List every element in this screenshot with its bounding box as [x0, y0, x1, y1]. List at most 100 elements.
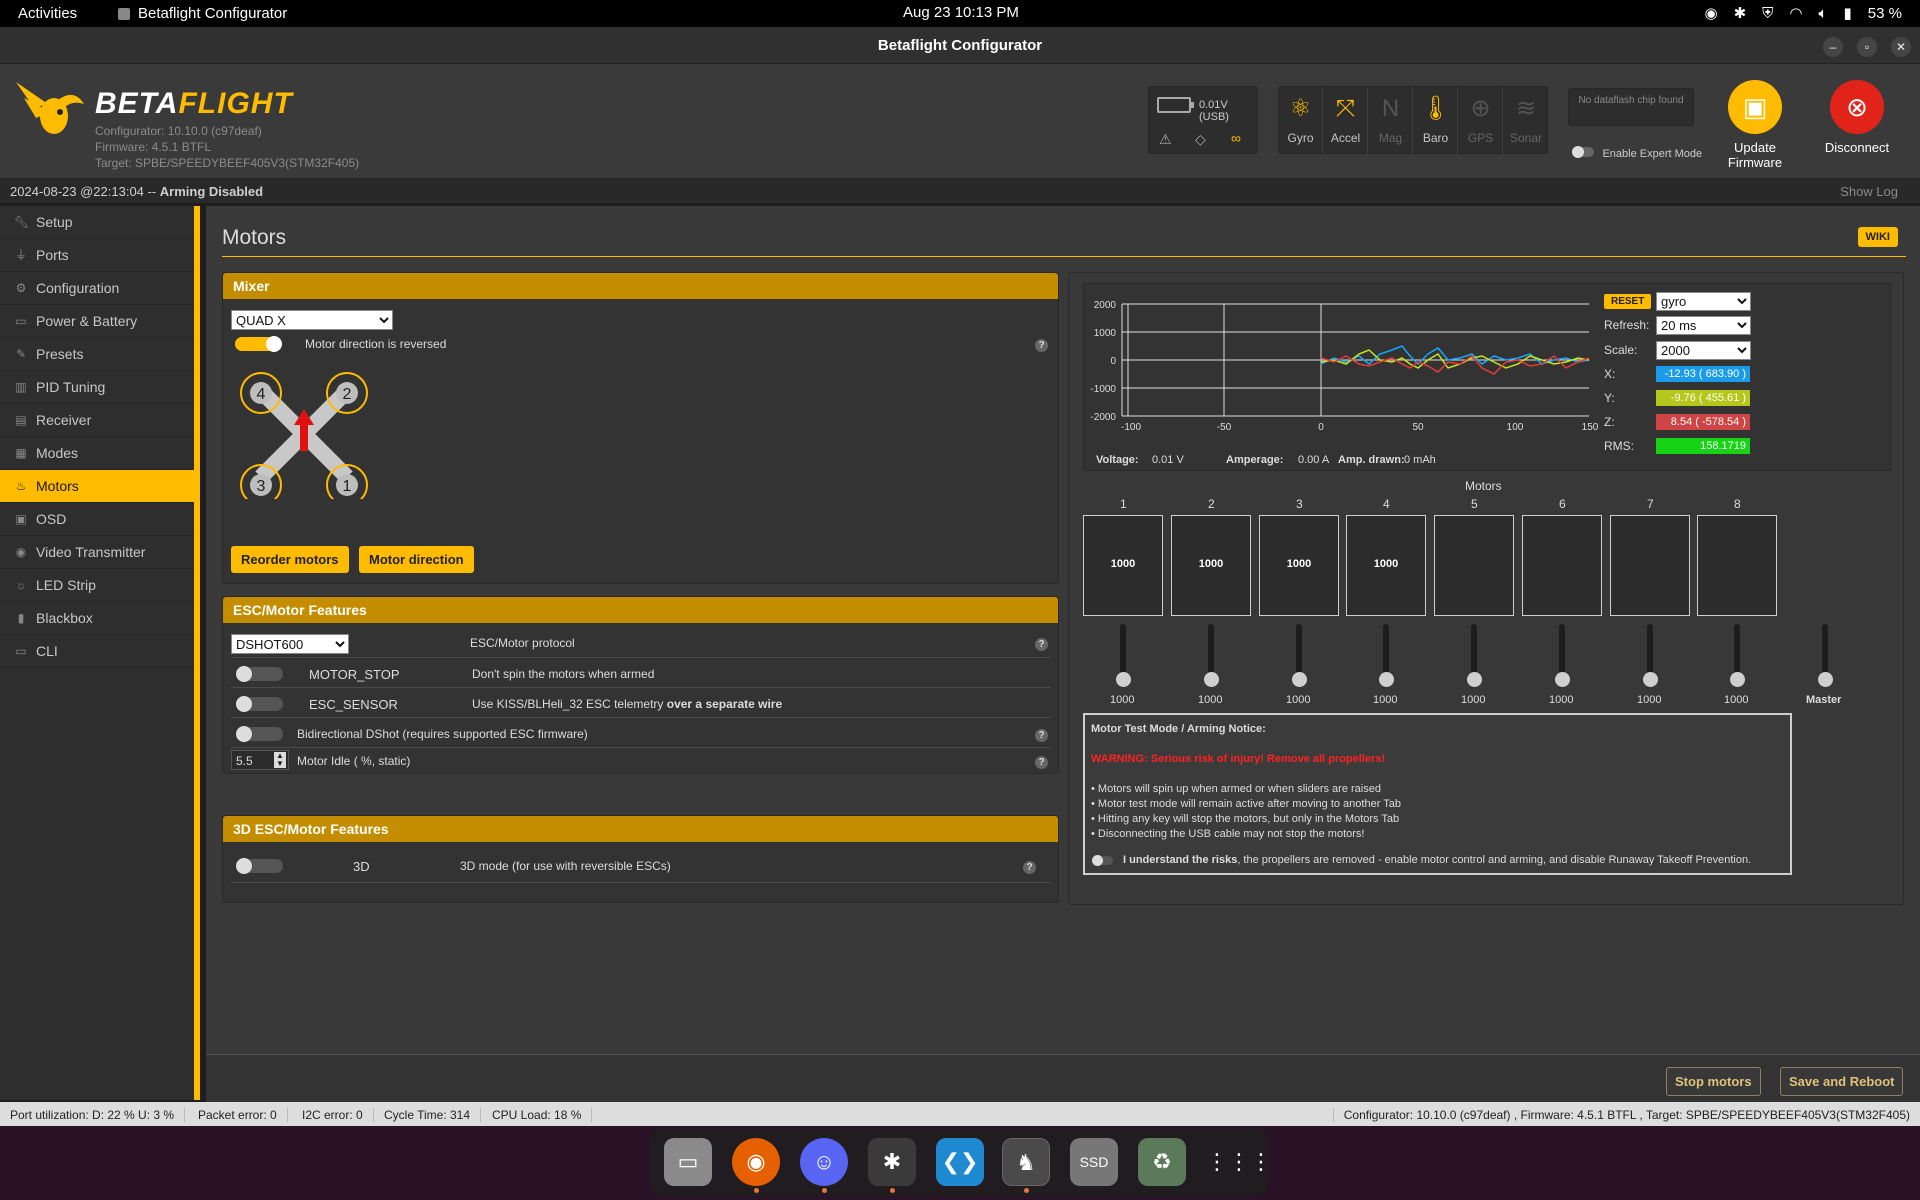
update-firmware-label: Update Firmware — [1727, 140, 1783, 170]
z-axis-label: Z: — [1604, 415, 1615, 429]
discord-tray-icon[interactable]: ◉ — [1704, 4, 1717, 22]
close-icon[interactable]: ✕ — [1891, 37, 1911, 57]
expert-mode-toggle[interactable]: Enable Expert Mode — [1572, 144, 1702, 162]
sidebar-item-blackbox[interactable]: ▮ Blackbox — [0, 602, 194, 635]
app-grid-icon[interactable]: ⋮⋮⋮ — [1206, 1138, 1272, 1186]
vscode-icon[interactable]: ❮❯ — [936, 1138, 984, 1186]
expert-mode-switch[interactable] — [1572, 146, 1594, 158]
files-icon[interactable]: ▭ — [664, 1138, 712, 1186]
betaflight-icon[interactable]: ♞ — [1002, 1138, 1050, 1186]
sidebar-item-led-strip[interactable]: ☼ LED Strip — [0, 569, 194, 602]
help-icon[interactable]: ? — [1035, 756, 1048, 769]
motor-direction-button[interactable]: Motor direction — [359, 546, 474, 573]
sidebar-item-video-transmitter[interactable]: ◉ Video Transmitter — [0, 536, 194, 569]
system-top-bar: Activities Betaflight Configurator Aug 2… — [0, 0, 1920, 27]
sensor-gyro: ⚛ Gyro — [1279, 87, 1323, 155]
graph-sensor-select[interactable]: gyro — [1656, 292, 1751, 311]
understand-risks-toggle[interactable] — [1092, 855, 1113, 866]
motor-4-label: 4 — [257, 386, 266, 403]
slider-knob[interactable] — [1730, 672, 1745, 687]
refresh-rate-select[interactable]: 20 ms — [1656, 316, 1751, 335]
motor-slider-5[interactable] — [1467, 624, 1482, 687]
motor-slider-8[interactable] — [1730, 624, 1745, 687]
accel-icon: ⤧ — [1335, 95, 1356, 122]
motor-slider-1[interactable] — [1116, 624, 1131, 687]
motor-stop-toggle[interactable] — [236, 666, 283, 682]
understand-risks-bold: I understand the risks — [1123, 854, 1238, 866]
motor-slider-4[interactable] — [1379, 624, 1394, 687]
scale-select[interactable]: 2000 — [1656, 341, 1751, 360]
shield-tray-icon[interactable]: ⛨ — [1762, 5, 1773, 22]
esc-sensor-toggle[interactable] — [236, 696, 283, 712]
show-log-link[interactable]: Show Log — [1840, 184, 1898, 199]
sidebar-item-pid-tuning[interactable]: ▥ PID Tuning — [0, 371, 194, 404]
slider-knob[interactable] — [1818, 672, 1833, 687]
slider-knob[interactable] — [1643, 672, 1658, 687]
app-menu[interactable]: Betaflight Configurator — [118, 5, 287, 22]
wiki-button[interactable]: WIKI — [1857, 227, 1898, 247]
sidebar-item-power-battery[interactable]: ▭ Power & Battery — [0, 305, 194, 338]
slider-knob[interactable] — [1116, 672, 1131, 687]
esc-protocol-select[interactable]: DSHOT600 — [231, 634, 349, 654]
motor-slider-3[interactable] — [1292, 624, 1307, 687]
sidebar-item-modes[interactable]: ▦ Modes — [0, 437, 194, 470]
reorder-motors-button[interactable]: Reorder motors — [231, 546, 349, 573]
mixer-type-select[interactable]: QUAD X — [231, 310, 393, 330]
discord-icon[interactable]: ☺ — [800, 1138, 848, 1186]
sidebar-item-osd[interactable]: ▣ OSD — [0, 503, 194, 536]
motor-reversed-toggle[interactable] — [235, 336, 282, 352]
master-slider[interactable] — [1818, 624, 1833, 687]
save-and-reboot-button[interactable]: Save and Reboot — [1780, 1067, 1904, 1096]
ssd-icon[interactable]: SSD — [1070, 1138, 1118, 1186]
sidebar-item-receiver[interactable]: ▤ Receiver — [0, 404, 194, 437]
betaflight-small-icon — [118, 7, 130, 20]
sidebar-item-label: Receiver — [36, 411, 92, 428]
minimize-icon[interactable]: – — [1823, 37, 1843, 57]
cycle-time: Cycle Time: 314 — [374, 1108, 482, 1122]
motor-number: 6 — [1559, 497, 1566, 511]
sidebar-item-ports[interactable]: ⏚ Ports — [0, 239, 194, 272]
motor-output-value: 1000 — [1110, 558, 1136, 570]
slack-tray-icon[interactable]: ✱ — [1734, 4, 1747, 22]
sidebar-item-cli[interactable]: ▭ CLI — [0, 635, 194, 668]
arming-status: Arming Disabled — [159, 184, 264, 199]
slider-knob[interactable] — [1379, 672, 1394, 687]
update-firmware-button[interactable]: ▣ Update Firmware — [1722, 80, 1788, 170]
esc-features-panel: ESC/Motor Features DSHOT600 ESC/Motor pr… — [222, 596, 1059, 774]
help-icon[interactable]: ? — [1035, 638, 1048, 651]
sidebar-item-motors[interactable]: ♨ Motors — [0, 470, 194, 503]
activities-button[interactable]: Activities — [18, 5, 77, 22]
clock[interactable]: Aug 23 10:13 PM — [903, 4, 1019, 21]
motor-slider-6[interactable] — [1555, 624, 1570, 687]
sensor-panel: ⚛ Gyro ⤧ Accel N Mag 🌡︎ Baro ⊕ GPS ≋ Sonar — [1278, 86, 1548, 155]
running-indicator — [1024, 1188, 1029, 1193]
slider-knob[interactable] — [1555, 672, 1570, 687]
i2c-error: I2C error: 0 — [292, 1108, 374, 1122]
slider-knob[interactable] — [1292, 672, 1307, 687]
slider-knob[interactable] — [1467, 672, 1482, 687]
bidir-dshot-toggle[interactable] — [236, 726, 283, 742]
slider-knob[interactable] — [1204, 672, 1219, 687]
sidebar-item-configuration[interactable]: ⚙ Configuration — [0, 272, 194, 305]
motor-sliders: 1 2 3 4 5 6 7 8 1000 1000 1000 1000 1000… — [1083, 497, 1903, 727]
motor-slider-2[interactable] — [1204, 624, 1219, 687]
help-icon[interactable]: ? — [1035, 339, 1048, 352]
sensor-baro: 🌡︎ Baro — [1414, 87, 1458, 155]
trash-icon[interactable]: ♻ — [1138, 1138, 1186, 1186]
stop-motors-button[interactable]: Stop motors — [1666, 1067, 1761, 1096]
slack-icon[interactable]: ✱ — [868, 1138, 916, 1186]
help-icon[interactable]: ? — [1023, 861, 1036, 874]
reset-button[interactable]: RESET — [1604, 294, 1652, 309]
system-tray[interactable]: ◉ ✱ ⛨ ◠ 🔈︎ ▮ 53 % — [1704, 4, 1902, 23]
sidebar-item-presets[interactable]: ✎ Presets — [0, 338, 194, 371]
stepper-icon[interactable]: ▲ ▼ — [274, 752, 286, 768]
sidebar-item-setup[interactable]: 🔧︎ Setup — [0, 206, 194, 239]
disconnect-button[interactable]: ⊗ Disconnect — [1824, 80, 1890, 155]
firefox-icon[interactable]: ◉ — [732, 1138, 780, 1186]
maximize-icon[interactable]: ▫ — [1857, 37, 1877, 57]
motor-slider-7[interactable] — [1643, 624, 1658, 687]
3d-mode-toggle[interactable] — [236, 858, 283, 874]
motor-idle-input[interactable]: 5.5 ▲ ▼ — [231, 750, 289, 770]
help-icon[interactable]: ? — [1035, 729, 1048, 742]
sensor-gps: ⊕ GPS — [1459, 87, 1503, 155]
